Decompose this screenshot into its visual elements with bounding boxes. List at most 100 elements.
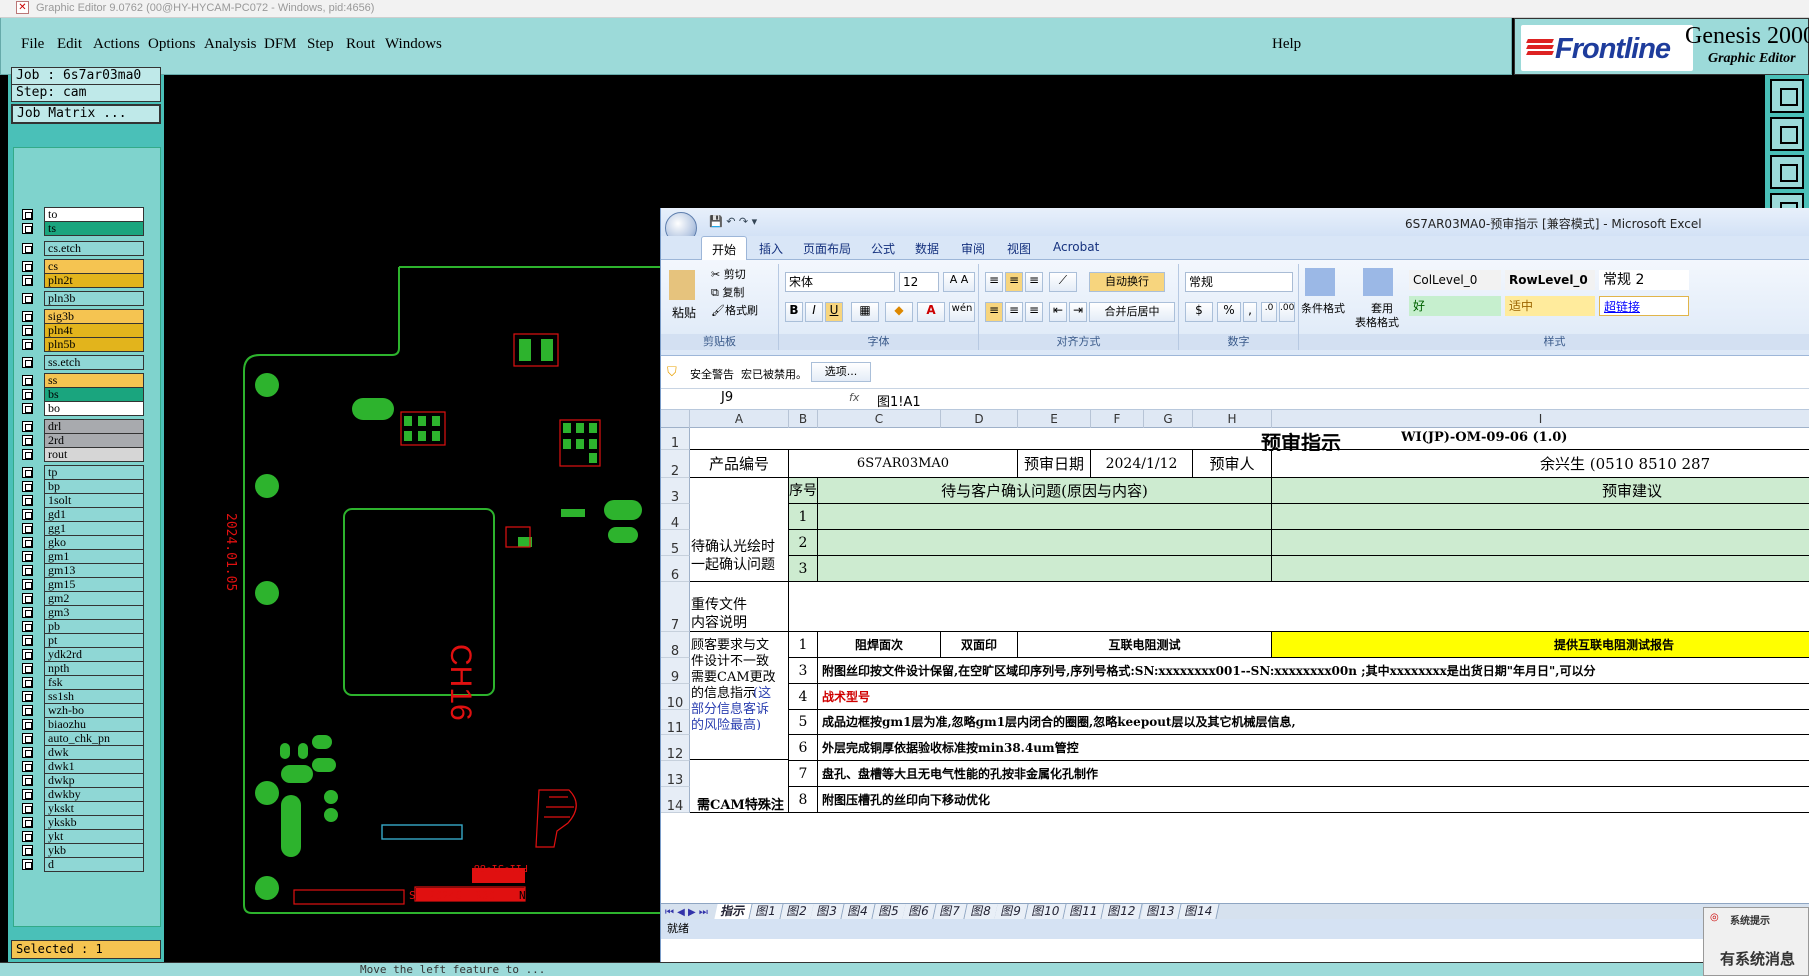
seq-number[interactable]: 6	[789, 735, 818, 761]
layer-checkbox[interactable]	[22, 803, 33, 814]
zoom-home-button[interactable]	[1770, 79, 1804, 113]
instruction-cell[interactable]: 盘孔、盘槽等大且无电气性能的孔按非金属化孔制作	[818, 761, 1809, 787]
italic-button[interactable]: I	[805, 302, 823, 322]
sheet-tab[interactable]: 图1	[749, 904, 784, 919]
row-header[interactable]: 12	[661, 735, 690, 762]
zoom-back-button[interactable]	[1770, 117, 1804, 151]
layer-checkbox[interactable]	[22, 593, 33, 604]
solder-side-cell[interactable]: 阻焊面次	[818, 632, 941, 658]
bold-button[interactable]: B	[785, 302, 803, 322]
layer-checkbox[interactable]	[22, 565, 33, 576]
confirm-label-1[interactable]: 待确认光绘时	[691, 536, 789, 556]
layer-checkbox[interactable]	[22, 223, 33, 234]
layer-name[interactable]: 2rd	[44, 433, 144, 448]
layer-checkbox[interactable]	[22, 357, 33, 368]
issue-cell[interactable]	[818, 504, 1272, 530]
layer-row[interactable]: dwk	[20, 745, 144, 760]
ribbon-tab[interactable]: 公式	[871, 240, 895, 257]
layer-checkbox[interactable]	[22, 275, 33, 286]
layer-row[interactable]: pt	[20, 633, 144, 648]
layer-row[interactable]: dwkp	[20, 773, 144, 788]
seq-header[interactable]: 序号	[789, 478, 818, 504]
instruction-cell[interactable]: 外层完成铜厚依据验收标准按min38.4um管控	[818, 735, 1809, 761]
copy-button[interactable]: ⧉ 复制	[711, 284, 744, 300]
layer-checkbox[interactable]	[22, 403, 33, 414]
layer-name[interactable]: ss	[44, 373, 144, 388]
layer-row[interactable]: drl	[20, 419, 144, 434]
spreadsheet-grid[interactable]: 1 2 3 4 5 6 7 8 9 10 11 12 13 14 预审指示 WI(JP)-OM-09-06 (…	[661, 428, 1809, 976]
layer-name[interactable]: bp	[44, 479, 144, 494]
layer-row[interactable]: ss1sh	[20, 689, 144, 704]
menu-options[interactable]: Options	[148, 36, 196, 53]
cam-change-label[interactable]: 件设计不一致	[691, 650, 789, 666]
formula-content[interactable]: 图1!A1	[877, 391, 921, 410]
menu-help[interactable]: Help	[1272, 36, 1301, 53]
cam-change-label[interactable]: 的风险最高)	[691, 714, 789, 730]
layer-checkbox[interactable]	[22, 209, 33, 220]
layer-row[interactable]: ss.etch	[20, 355, 144, 370]
layer-checkbox[interactable]	[22, 389, 33, 400]
menu-step[interactable]: Step	[307, 36, 334, 53]
sheet-tab[interactable]: 图6	[902, 904, 937, 919]
reupload-label-2[interactable]: 内容说明	[691, 612, 789, 630]
underline-button[interactable]: U	[825, 302, 843, 322]
quick-access-save-icon[interactable]: 💾 ↶ ↷ ▾	[709, 215, 757, 228]
sheet-tab[interactable]: 图11	[1063, 904, 1105, 919]
decrease-decimal-button[interactable]: .00	[1279, 302, 1295, 322]
layer-row[interactable]: cs	[20, 259, 144, 274]
merge-center-button[interactable]: 合并后居中	[1089, 302, 1175, 322]
column-header[interactable]: A	[690, 410, 789, 428]
row-header[interactable]: 8	[661, 632, 690, 659]
layer-row[interactable]: bo	[20, 401, 144, 416]
layer-name[interactable]: gm1	[44, 549, 144, 564]
row-header[interactable]: 2	[661, 450, 690, 479]
layer-row[interactable]: cs.etch	[20, 241, 144, 256]
font-color-button[interactable]: A	[917, 302, 945, 322]
layer-row[interactable]: gm13	[20, 563, 144, 578]
layer-name[interactable]: fsk	[44, 675, 144, 690]
layer-row[interactable]: gm15	[20, 577, 144, 592]
style-good[interactable]: 好	[1409, 296, 1501, 316]
seq-number[interactable]: 1	[789, 504, 818, 530]
layer-checkbox[interactable]	[22, 649, 33, 660]
layer-checkbox[interactable]	[22, 311, 33, 322]
column-header[interactable]: B	[789, 410, 818, 428]
column-header[interactable]: C	[818, 410, 941, 428]
instruction-cell[interactable]: 附图压槽孔的丝印向下移动优化	[818, 787, 1809, 813]
layer-row[interactable]: gd1	[20, 507, 144, 522]
layer-name[interactable]: ts	[44, 221, 144, 236]
layer-name[interactable]: gko	[44, 535, 144, 550]
seq-number[interactable]: 8	[789, 787, 818, 813]
align-left-button[interactable]: ≡	[985, 302, 1003, 322]
layer-name[interactable]: ydk2rd	[44, 647, 144, 662]
align-middle-button[interactable]: ≡	[1005, 272, 1023, 292]
sheet-tab[interactable]: 图10	[1025, 904, 1067, 919]
layer-checkbox[interactable]	[22, 261, 33, 272]
layer-checkbox[interactable]	[22, 523, 33, 534]
layer-row[interactable]: ydk2rd	[20, 647, 144, 662]
layer-row[interactable]: ykt	[20, 829, 144, 844]
layer-checkbox[interactable]	[22, 449, 33, 460]
layer-name[interactable]: dwk	[44, 745, 144, 760]
ribbon-tab[interactable]: 页面布局	[803, 240, 851, 257]
layer-checkbox[interactable]	[22, 325, 33, 336]
seq-number[interactable]: 4	[789, 684, 818, 710]
layer-checkbox[interactable]	[22, 775, 33, 786]
job-matrix-button[interactable]: Job Matrix ...	[11, 104, 161, 124]
seq-number[interactable]: 3	[789, 556, 818, 582]
layer-name[interactable]: pln4t	[44, 323, 144, 338]
sheet-tab[interactable]: 图14	[1178, 904, 1220, 919]
layer-checkbox[interactable]	[22, 845, 33, 856]
row-header[interactable]: 14	[661, 787, 690, 814]
layer-row[interactable]: gko	[20, 535, 144, 550]
layer-row[interactable]: ykskt	[20, 801, 144, 816]
layer-row[interactable]: pb	[20, 619, 144, 634]
layer-name[interactable]: dwk1	[44, 759, 144, 774]
row-header[interactable]: 3	[661, 478, 690, 505]
align-center-button[interactable]: ≡	[1005, 302, 1023, 322]
style-collevel[interactable]: ColLevel_0	[1409, 270, 1501, 290]
suggest-cell[interactable]	[1272, 530, 1809, 556]
format-table-label2[interactable]: 表格格式	[1355, 314, 1399, 330]
function-icon[interactable]: fx	[849, 391, 859, 404]
layer-name[interactable]: pb	[44, 619, 144, 634]
